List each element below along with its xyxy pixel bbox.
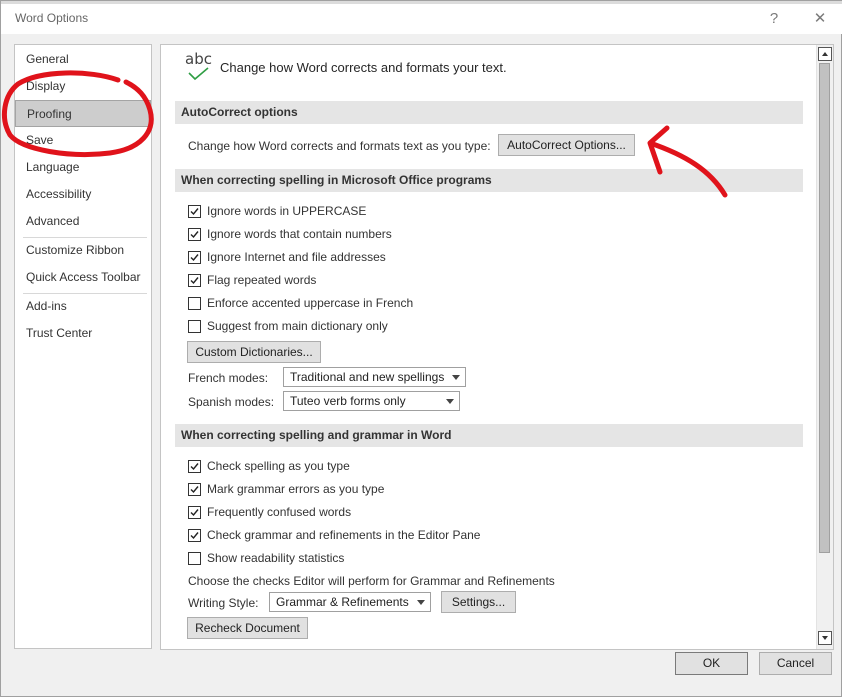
- checkbox[interactable]: [188, 274, 201, 287]
- chevron-down-icon: [446, 399, 454, 404]
- chevron-down-icon: [417, 600, 425, 605]
- option-label: Frequently confused words: [207, 505, 352, 519]
- checkbox[interactable]: [188, 297, 201, 310]
- chevron-down-icon: [822, 636, 828, 640]
- nav-item-save[interactable]: Save: [15, 127, 151, 154]
- checkmark-icon: [190, 532, 199, 540]
- select-value: Grammar & Refinements: [276, 595, 409, 609]
- nav-item-add-ins[interactable]: Add-ins: [15, 293, 151, 320]
- checkmark-icon: [190, 254, 199, 262]
- title-bar: Word Options ? ✕: [1, 4, 842, 34]
- checks-label: Choose the checks Editor will perform fo…: [188, 574, 555, 588]
- ok-button[interactable]: OK: [675, 652, 748, 675]
- checkbox[interactable]: [188, 205, 201, 218]
- chevron-down-icon: [452, 375, 460, 380]
- checkbox[interactable]: [188, 460, 201, 473]
- checkbox[interactable]: [188, 483, 201, 496]
- cancel-button[interactable]: Cancel: [759, 652, 832, 675]
- option-label: Check grammar and refinements in the Edi…: [207, 528, 481, 542]
- nav-item-language[interactable]: Language: [15, 154, 151, 181]
- close-button[interactable]: ✕: [810, 9, 830, 29]
- nav-item-proofing[interactable]: Proofing: [15, 100, 151, 127]
- autocorrect-options-button[interactable]: AutoCorrect Options...: [498, 134, 635, 156]
- select-value: Traditional and new spellings: [290, 370, 445, 384]
- nav-item-accessibility[interactable]: Accessibility: [15, 181, 151, 208]
- checkmark-icon: [190, 509, 199, 517]
- window-title: Word Options: [15, 11, 89, 25]
- option-label: Enforce accented uppercase in French: [207, 296, 414, 310]
- chevron-up-icon: [822, 52, 828, 56]
- nav-item-general[interactable]: General: [15, 46, 151, 73]
- checkmark-icon: [190, 463, 199, 471]
- french-modes-label: French modes:: [188, 371, 269, 385]
- checkbox[interactable]: [188, 251, 201, 264]
- section-spelling-office: When correcting spelling in Microsoft Of…: [175, 169, 803, 192]
- nav-item-customize-ribbon[interactable]: Customize Ribbon: [15, 237, 151, 264]
- checkmark-icon: [190, 208, 199, 216]
- writing-style-select[interactable]: Grammar & Refinements: [269, 592, 431, 612]
- checkbox[interactable]: [188, 320, 201, 333]
- vertical-scrollbar[interactable]: [816, 45, 833, 649]
- option-label: Ignore Internet and file addresses: [207, 250, 386, 264]
- option-label: Suggest from main dictionary only: [207, 319, 388, 333]
- checkbox[interactable]: [188, 552, 201, 565]
- intro-text: Change how Word corrects and formats you…: [220, 60, 507, 75]
- nav-item-advanced[interactable]: Advanced: [15, 208, 151, 235]
- nav-item-trust-center[interactable]: Trust Center: [15, 320, 151, 347]
- select-value: Tuteo verb forms only: [290, 394, 406, 408]
- proofing-panel: abc Change how Word corrects and formats…: [160, 44, 834, 650]
- recheck-document-button[interactable]: Recheck Document: [187, 617, 308, 639]
- option-label: Ignore words that contain numbers: [207, 227, 392, 241]
- checkmark-icon: [190, 486, 199, 494]
- french-modes-select[interactable]: Traditional and new spellings: [283, 367, 466, 387]
- writing-style-label: Writing Style:: [188, 596, 259, 610]
- section-spelling-word: When correcting spelling and grammar in …: [175, 424, 803, 447]
- checkmark-icon: [190, 231, 199, 239]
- option-label: Ignore words in UPPERCASE: [207, 204, 367, 218]
- scroll-down-button[interactable]: [818, 631, 832, 645]
- spanish-modes-label: Spanish modes:: [188, 395, 275, 409]
- spanish-modes-select[interactable]: Tuteo verb forms only: [283, 391, 460, 411]
- abc-icon-text: abc: [185, 50, 212, 68]
- checkbox[interactable]: [188, 228, 201, 241]
- nav-item-quick-access-toolbar[interactable]: Quick Access Toolbar: [15, 264, 151, 291]
- autocorrect-label: Change how Word corrects and formats tex…: [188, 139, 491, 153]
- option-label: Flag repeated words: [207, 273, 317, 287]
- custom-dictionaries-button[interactable]: Custom Dictionaries...: [187, 341, 321, 363]
- checkmark-icon: [188, 67, 209, 81]
- option-label: Mark grammar errors as you type: [207, 482, 385, 496]
- word-options-dialog: Word Options ? ✕ General Display Proofin…: [0, 0, 842, 697]
- checkbox[interactable]: [188, 506, 201, 519]
- nav-item-display[interactable]: Display: [15, 73, 151, 100]
- checkmark-icon: [190, 277, 199, 285]
- option-label: Check spelling as you type: [207, 459, 350, 473]
- scroll-up-button[interactable]: [818, 47, 832, 61]
- help-button[interactable]: ?: [764, 9, 784, 29]
- option-label: Show readability statistics: [207, 551, 345, 565]
- settings-button[interactable]: Settings...: [441, 591, 516, 613]
- options-nav: General Display Proofing Save Language A…: [14, 44, 152, 649]
- section-autocorrect: AutoCorrect options: [175, 101, 803, 124]
- scroll-thumb[interactable]: [819, 63, 830, 553]
- checkbox[interactable]: [188, 529, 201, 542]
